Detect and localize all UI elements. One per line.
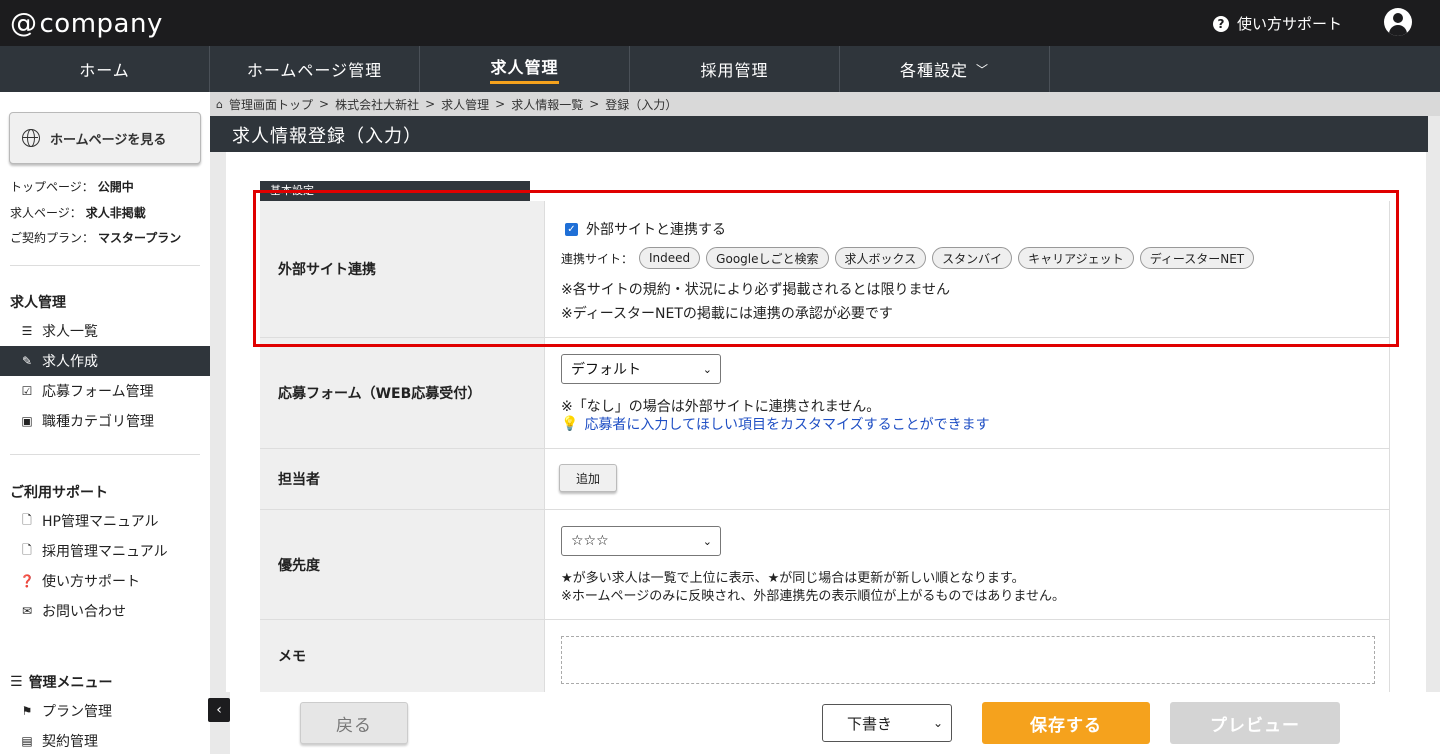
application-form-select[interactable]: デフォルト ⌄ bbox=[561, 354, 721, 384]
sidebar-item-help-support[interactable]: ❓ 使い方サポート bbox=[0, 566, 210, 596]
sidebar-item-recruit-manual[interactable]: 🗋 採用管理マニュアル bbox=[0, 536, 210, 566]
chevron-down-icon: ﹀ bbox=[976, 62, 990, 77]
preview-button[interactable]: プレビュー bbox=[1170, 702, 1340, 744]
checkbox-icon: ☑ bbox=[21, 384, 33, 398]
checkmark-icon: ✓ bbox=[565, 222, 578, 236]
row-staff: 担当者 追加 bbox=[260, 449, 1390, 510]
site-pill: スタンバイ bbox=[932, 247, 1013, 269]
label-external-sites: 外部サイト連携 bbox=[260, 201, 544, 337]
breadcrumb-item[interactable]: 株式会社大新社 bbox=[335, 96, 419, 113]
external-note-1: ※各サイトの規約・状況により必ず掲載されるとは限りません bbox=[561, 282, 951, 298]
row-priority: 優先度 ☆☆☆ ⌄ ★が多い求人は一覧で上位に表示、★が同じ場合は更新が新しい順… bbox=[260, 510, 1390, 620]
priority-note-2: ※ホームページのみに反映され、外部連携先の表示順位が上がるものではありません。 bbox=[561, 589, 1065, 604]
status-select[interactable]: 下書き ⌄ bbox=[822, 704, 952, 742]
status-top-page: トップページ： 公開中 bbox=[10, 180, 134, 194]
globe-icon bbox=[22, 129, 40, 147]
envelope-icon: ✉ bbox=[21, 604, 33, 618]
site-pill: Indeed bbox=[639, 247, 701, 269]
linked-sites: 連携サイト： Indeed Googleしごと検索 求人ボックス スタンバイ キ… bbox=[561, 247, 1255, 269]
sidebar-collapse-button[interactable]: ‹ bbox=[208, 698, 230, 722]
home-icon: ⌂ bbox=[216, 97, 223, 111]
nav-recruitment-management[interactable]: 採用管理 bbox=[630, 46, 840, 92]
flag-icon: ⚑ bbox=[21, 704, 33, 718]
label-priority: 優先度 bbox=[260, 510, 544, 619]
breadcrumb-item[interactable]: 管理画面トップ bbox=[229, 96, 313, 113]
section-tab-basic: 基本設定 bbox=[260, 181, 530, 201]
pdf-icon: 🗋 bbox=[22, 542, 32, 557]
sidebar-item-plan[interactable]: ⚑ プラン管理 bbox=[0, 696, 210, 726]
sidebar-item-contract[interactable]: ▤ 契約管理 bbox=[0, 726, 210, 754]
sidebar-item-contact[interactable]: ✉ お問い合わせ bbox=[0, 596, 210, 626]
sidebar-heading-admin: ☰ 管理メニュー bbox=[10, 674, 113, 691]
label-staff: 担当者 bbox=[260, 449, 544, 509]
chevron-left-icon: ‹ bbox=[216, 702, 222, 718]
user-avatar[interactable] bbox=[1384, 8, 1412, 36]
site-pill: Googleしごと検索 bbox=[706, 247, 829, 269]
sidebar-heading-support: ご利用サポート bbox=[10, 485, 108, 501]
site-pill: 求人ボックス bbox=[834, 247, 927, 269]
site-pill: キャリアジェット bbox=[1018, 247, 1134, 269]
row-external-sites: 外部サイト連携 ✓ 外部サイトと連携する 連携サイト： Indeed Googl… bbox=[260, 201, 1390, 338]
chevron-down-icon: ⌄ bbox=[932, 716, 943, 730]
site-pill: ディースターNET bbox=[1139, 247, 1255, 269]
sidebar-item-job-create[interactable]: ✎ 求人作成 bbox=[0, 346, 210, 376]
sidebar-item-job-list[interactable]: ☰ 求人一覧 bbox=[0, 316, 210, 346]
view-homepage-button[interactable]: ホームページを見る bbox=[9, 112, 201, 164]
page-title-bar: 求人情報登録（入力） bbox=[210, 116, 1428, 152]
add-staff-button[interactable]: 追加 bbox=[559, 464, 617, 492]
breadcrumb-item[interactable]: 求人管理 bbox=[441, 96, 489, 113]
lightbulb-icon: 💡 bbox=[561, 416, 579, 432]
customize-form-link[interactable]: 💡 応募者に入力してほしい項目をカスタマイズすることができます bbox=[561, 414, 990, 434]
sidebar-item-application-form[interactable]: ☑ 応募フォーム管理 bbox=[0, 376, 210, 406]
back-button[interactable]: 戻る bbox=[300, 702, 408, 744]
application-form-note: ※「なし」の場合は外部サイトに連携されません。 bbox=[561, 399, 881, 415]
status-job-page: 求人ページ： 求人非掲載 bbox=[10, 206, 146, 220]
row-memo: メモ bbox=[260, 620, 1390, 692]
chevron-down-icon: ⌄ bbox=[702, 534, 712, 548]
list-icon: ☰ bbox=[21, 324, 33, 338]
breadcrumb-item[interactable]: 求人情報一覧 bbox=[511, 96, 583, 113]
priority-note-1: ★が多い求人は一覧で上位に表示、★が同じ場合は更新が新しい順となります。 bbox=[561, 571, 1025, 586]
external-note-2: ※ディースターNETの掲載には連携の承認が必要です bbox=[561, 306, 893, 322]
memo-textarea[interactable] bbox=[561, 636, 1375, 684]
top-bar: @ company ? 使い方サポート bbox=[0, 0, 1440, 46]
status-plan: ご契約プラン： マスタープラン bbox=[10, 231, 182, 245]
main-nav: ホーム ホームページ管理 求人管理 採用管理 各種設定 ﹀ bbox=[0, 46, 1440, 92]
label-memo: メモ bbox=[260, 620, 544, 692]
nav-job-management[interactable]: 求人管理 bbox=[420, 46, 630, 92]
chevron-down-icon: ⌄ bbox=[702, 362, 712, 376]
logo[interactable]: @ company bbox=[10, 8, 163, 39]
document-icon: ▤ bbox=[21, 734, 33, 748]
help-support-link[interactable]: ? 使い方サポート bbox=[1212, 13, 1342, 34]
sidebar: ホームページを見る トップページ： 公開中 求人ページ： 求人非掲載 ご契約プラン：… bbox=[0, 92, 210, 754]
sidebar-item-hp-manual[interactable]: 🗋 HP管理マニュアル bbox=[0, 506, 210, 536]
question-circle-icon: ? bbox=[1212, 15, 1229, 32]
page-title: 求人情報登録（入力） bbox=[232, 126, 422, 147]
question-icon: ❓ bbox=[19, 574, 35, 588]
sidebar-heading-jobs: 求人管理 bbox=[10, 295, 66, 311]
sidebar-item-job-category[interactable]: ▣ 職種カテゴリ管理 bbox=[0, 406, 210, 436]
row-application-form: 応募フォーム（WEB応募受付） デフォルト ⌄ ※「なし」の場合は外部サイトに連… bbox=[260, 338, 1390, 449]
breadcrumb: ⌂ 管理画面トップ > 株式会社大新社 > 求人管理 > 求人情報一覧 > 登録（入力） bbox=[210, 92, 1440, 116]
nav-settings[interactable]: 各種設定 ﹀ bbox=[840, 46, 1050, 92]
external-sites-checkbox[interactable]: ✓ 外部サイトと連携する bbox=[565, 219, 726, 239]
save-button[interactable]: 保存する bbox=[982, 702, 1150, 744]
breadcrumb-current: 登録（入力） bbox=[605, 97, 678, 112]
nav-home[interactable]: ホーム bbox=[0, 46, 210, 92]
edit-icon: ✎ bbox=[21, 354, 33, 368]
nav-homepage-management[interactable]: ホームページ管理 bbox=[210, 46, 420, 92]
pdf-icon: 🗋 bbox=[22, 512, 32, 527]
menu-icon: ☰ bbox=[10, 674, 23, 690]
label-application-form: 応募フォーム（WEB応募受付） bbox=[260, 338, 544, 448]
priority-select[interactable]: ☆☆☆ ⌄ bbox=[561, 526, 721, 556]
briefcase-icon: ▣ bbox=[21, 414, 33, 428]
